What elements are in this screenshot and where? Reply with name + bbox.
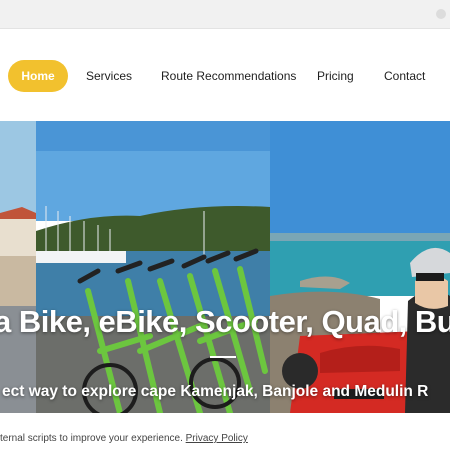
- nav-home-button[interactable]: Home: [8, 60, 68, 92]
- nav-services-link[interactable]: Services: [86, 60, 132, 92]
- hero-title: a Bike, eBike, Scooter, Quad, Bu: [0, 304, 450, 339]
- nav-contact-link[interactable]: Contact: [384, 60, 425, 92]
- hero-divider: [210, 356, 236, 358]
- hero-banner: a Bike, eBike, Scooter, Quad, Bu ect way…: [0, 121, 450, 413]
- privacy-policy-link[interactable]: Privacy Policy: [186, 433, 248, 444]
- browser-top-bar: [0, 0, 450, 29]
- main-navigation: Home Services Route Recommendations Pric…: [0, 46, 450, 106]
- cookie-notice: ternal scripts to improve your experienc…: [0, 414, 450, 450]
- cookie-notice-text: ternal scripts to improve your experienc…: [0, 433, 248, 444]
- cookie-message: ternal scripts to improve your experienc…: [0, 433, 186, 444]
- hero-subtitle: ect way to explore cape Kamenjak, Banjol…: [2, 383, 429, 400]
- hero-photo-collage: [0, 121, 450, 413]
- menu-dot-icon[interactable]: [436, 9, 446, 19]
- nav-pricing-link[interactable]: Pricing: [317, 60, 354, 92]
- nav-route-recommendations-link[interactable]: Route Recommendations: [161, 60, 296, 92]
